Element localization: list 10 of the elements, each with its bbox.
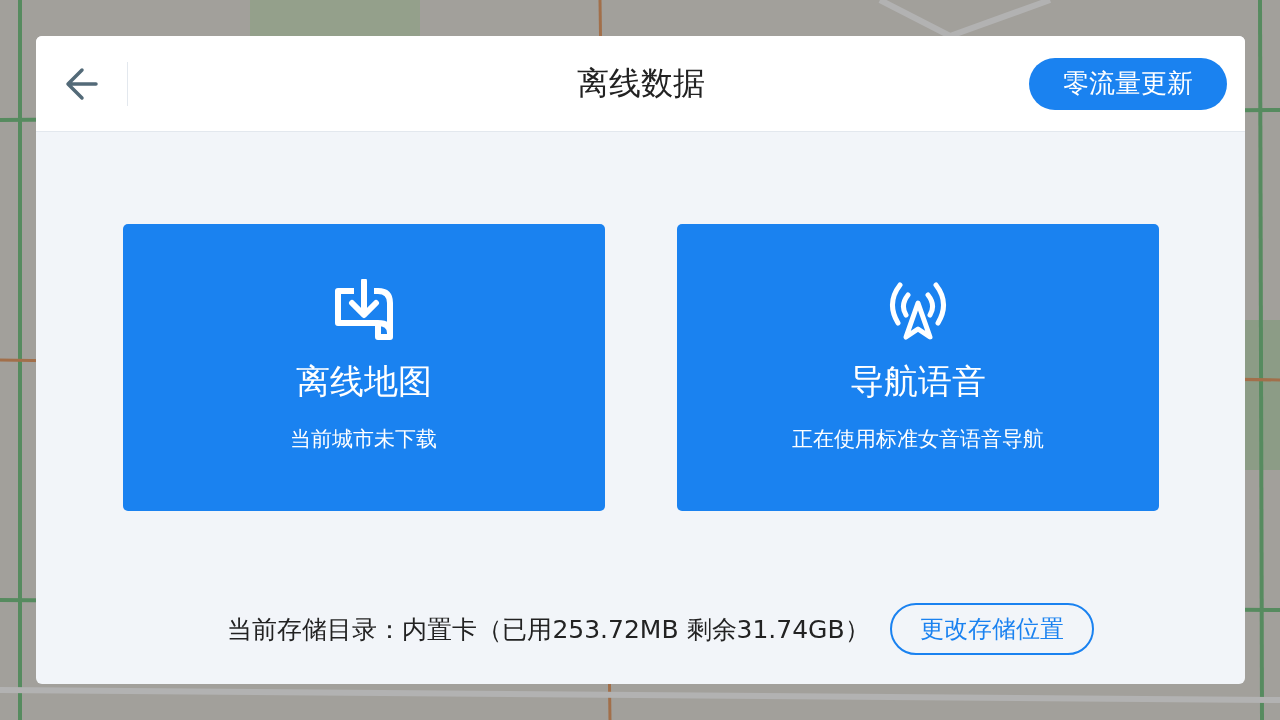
- card-subtitle: 正在使用标准女音语音导航: [791, 426, 1044, 453]
- update-button[interactable]: 零流量更新: [1029, 57, 1227, 110]
- card-subtitle: 当前城市未下载: [290, 426, 437, 453]
- change-storage-button[interactable]: 更改存储位置: [889, 603, 1094, 655]
- window-title: 离线数据: [576, 62, 705, 104]
- option-card[interactable]: 离线地图 当前城市未下载: [122, 224, 605, 511]
- card-title: 导航语音: [849, 360, 986, 403]
- option-card[interactable]: 导航语音 正在使用标准女音语音导航: [676, 224, 1159, 511]
- card-title: 离线地图: [295, 360, 432, 403]
- storage-info: 当前存储目录：内置卡（已用253.72MB 剩余31.74GB）: [227, 613, 870, 646]
